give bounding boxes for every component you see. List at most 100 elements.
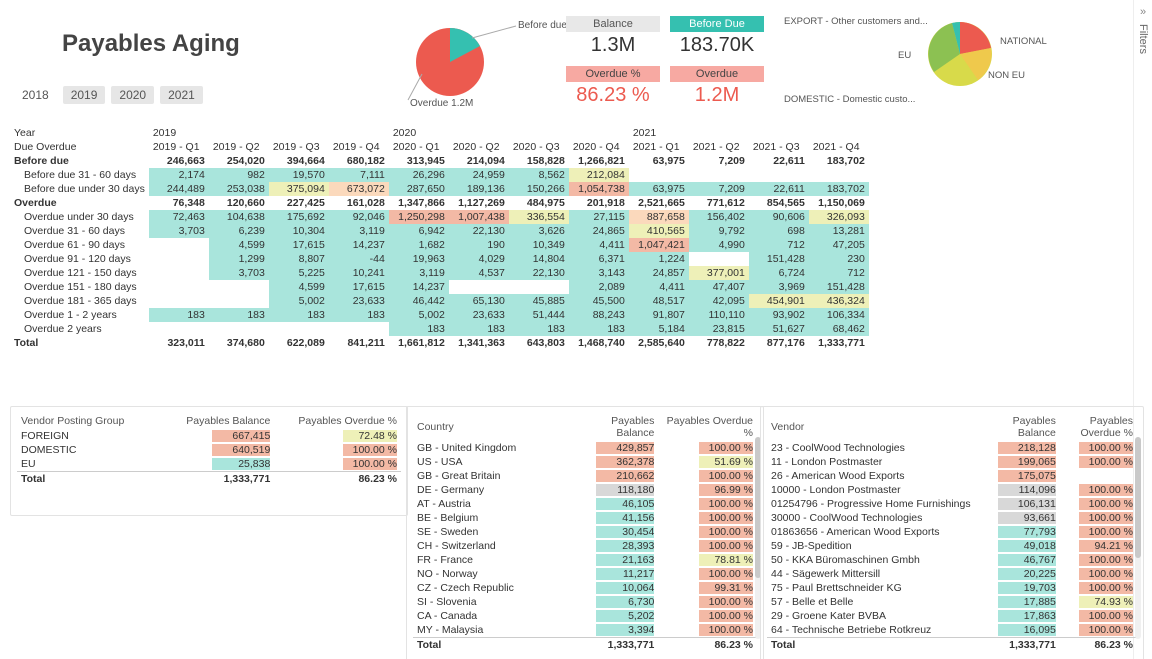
table-row[interactable]: 75 - Paul Brettschneider KG19,703100.00 … xyxy=(767,581,1137,595)
table-row[interactable]: GB - United Kingdom429,857100.00 % xyxy=(413,441,757,455)
col-quarter[interactable]: 2019 - Q2 xyxy=(209,140,269,154)
col-quarter[interactable]: 2020 - Q2 xyxy=(449,140,509,154)
col-header[interactable]: Payables Balance xyxy=(571,413,658,441)
matrix-cell: 673,072 xyxy=(329,182,389,196)
matrix-cell: 3,703 xyxy=(149,224,209,238)
matrix-cell: 2,089 xyxy=(569,280,629,294)
col-quarter[interactable]: 2021 - Q3 xyxy=(749,140,809,154)
panel-country[interactable]: CountryPayables BalancePayables Overdue … xyxy=(406,406,764,659)
row-label: MY - Malaysia xyxy=(413,623,571,638)
year-tab-2019[interactable]: 2019 xyxy=(63,86,106,104)
col-quarter[interactable]: 2020 - Q4 xyxy=(569,140,629,154)
matrix-row[interactable]: Before due 31 - 60 days2,17498219,5707,1… xyxy=(10,168,869,182)
table-row[interactable]: FOREIGN667,41572.48 % xyxy=(17,429,401,443)
scrollbar[interactable] xyxy=(1135,437,1141,639)
table-row[interactable]: US - USA362,37851.69 % xyxy=(413,455,757,469)
col-header[interactable]: Vendor xyxy=(767,413,985,441)
table-row[interactable]: GB - Great Britain210,662100.00 % xyxy=(413,469,757,483)
table-row[interactable]: CH - Switzerland28,393100.00 % xyxy=(413,539,757,553)
pct-cell: 72.48 % xyxy=(274,429,401,443)
matrix-row-label: Overdue 91 - 120 days xyxy=(10,252,149,266)
col-header[interactable]: Vendor Posting Group xyxy=(17,413,165,429)
row-label: FR - France xyxy=(413,553,571,567)
matrix-cell: 227,425 xyxy=(269,196,329,210)
matrix-row[interactable]: Overdue 91 - 120 days1,2998,807-4419,963… xyxy=(10,252,869,266)
table-row[interactable]: DE - Germany118,18096.99 % xyxy=(413,483,757,497)
matrix-cell xyxy=(149,252,209,266)
row-label: 44 - Sägewerk Mittersill xyxy=(767,567,985,581)
table-row[interactable]: 10000 - London Postmaster114,096100.00 % xyxy=(767,483,1137,497)
matrix-cell: 8,562 xyxy=(509,168,569,182)
year-tab-2020[interactable]: 2020 xyxy=(111,86,154,104)
filters-expand-icon[interactable] xyxy=(1140,6,1146,18)
matrix-row[interactable]: Overdue 61 - 90 days4,59917,61514,2371,6… xyxy=(10,238,869,252)
col-year[interactable]: 2021 xyxy=(629,126,869,140)
table-row[interactable]: 30000 - CoolWood Technologies93,661100.0… xyxy=(767,511,1137,525)
table-row[interactable]: AT - Austria46,105100.00 % xyxy=(413,497,757,511)
panel-vendor-posting-group[interactable]: Vendor Posting GroupPayables BalancePaya… xyxy=(10,406,408,516)
aging-matrix[interactable]: Year201920202021Due Overdue2019 - Q12019… xyxy=(10,126,869,350)
col-quarter[interactable]: 2019 - Q4 xyxy=(329,140,389,154)
table-row[interactable]: CZ - Czech Republic10,06499.31 % xyxy=(413,581,757,595)
year-tab-2021[interactable]: 2021 xyxy=(160,86,203,104)
table-row[interactable]: BE - Belgium41,156100.00 % xyxy=(413,511,757,525)
panel-vendor[interactable]: VendorPayables BalancePayables Overdue %… xyxy=(760,406,1144,659)
matrix-row[interactable]: Overdue 2 years1831831831835,18423,81551… xyxy=(10,322,869,336)
balance-cell: 93,661 xyxy=(985,511,1060,525)
table-row[interactable]: MY - Malaysia3,394100.00 % xyxy=(413,623,757,638)
table-row[interactable]: EU25,838100.00 % xyxy=(17,457,401,472)
table-row[interactable]: DOMESTIC640,519100.00 % xyxy=(17,443,401,457)
balance-cell: 11,217 xyxy=(571,567,658,581)
table-row[interactable]: 26 - American Wood Exports175,075 xyxy=(767,469,1137,483)
col-header[interactable]: Country xyxy=(413,413,571,441)
table-row[interactable]: 01863656 - American Wood Exports77,79310… xyxy=(767,525,1137,539)
matrix-row[interactable]: Overdue 1 - 2 years1831831831835,00223,6… xyxy=(10,308,869,322)
matrix-cell: 19,963 xyxy=(389,252,449,266)
kpi-before-value: 183.70K xyxy=(670,32,764,59)
matrix-row[interactable]: Overdue76,348120,660227,425161,0281,347,… xyxy=(10,196,869,210)
matrix-row[interactable]: Before due under 30 days244,489253,03837… xyxy=(10,182,869,196)
col-quarter[interactable]: 2020 - Q1 xyxy=(389,140,449,154)
table-row[interactable]: 50 - KKA Büromaschinen Gmbh46,767100.00 … xyxy=(767,553,1137,567)
year-tab-2018[interactable]: 2018 xyxy=(14,86,57,104)
matrix-row[interactable]: Total323,011374,680622,089841,2111,661,8… xyxy=(10,336,869,350)
row-label: US - USA xyxy=(413,455,571,469)
table-row[interactable]: 01254796 - Progressive Home Furnishings1… xyxy=(767,497,1137,511)
table-row[interactable]: CA - Canada5,202100.00 % xyxy=(413,609,757,623)
table-row[interactable]: 59 - JB-Spedition49,01894.21 % xyxy=(767,539,1137,553)
table-row[interactable]: SI - Slovenia6,730100.00 % xyxy=(413,595,757,609)
table-row[interactable]: 64 - Technische Betriebe Rotkreuz16,0951… xyxy=(767,623,1137,638)
table-row[interactable]: FR - France21,16378.81 % xyxy=(413,553,757,567)
col-header[interactable]: Payables Overdue % xyxy=(1060,413,1137,441)
col-quarter[interactable]: 2020 - Q3 xyxy=(509,140,569,154)
matrix-row[interactable]: Overdue 31 - 60 days3,7036,23910,3043,11… xyxy=(10,224,869,238)
table-row[interactable]: 23 - CoolWood Technologies218,128100.00 … xyxy=(767,441,1137,455)
matrix-row[interactable]: Overdue 151 - 180 days4,59917,61514,2372… xyxy=(10,280,869,294)
table-row[interactable]: 44 - Sägewerk Mittersill20,225100.00 % xyxy=(767,567,1137,581)
col-quarter[interactable]: 2019 - Q3 xyxy=(269,140,329,154)
matrix-row[interactable]: Overdue 181 - 365 days5,00223,63346,4426… xyxy=(10,294,869,308)
matrix-row[interactable]: Overdue under 30 days72,463104,638175,69… xyxy=(10,210,869,224)
pie2-lbl-export: EXPORT - Other customers and... xyxy=(784,16,928,27)
table-row[interactable]: 57 - Belle et Belle17,88574.93 % xyxy=(767,595,1137,609)
col-header[interactable]: Payables Balance xyxy=(985,413,1060,441)
col-quarter[interactable]: 2019 - Q1 xyxy=(149,140,209,154)
matrix-row-label: Overdue 121 - 150 days xyxy=(10,266,149,280)
col-header[interactable]: Payables Overdue % xyxy=(658,413,757,441)
matrix-row[interactable]: Before due246,663254,020394,664680,18231… xyxy=(10,154,869,168)
table-row[interactable]: NO - Norway11,217100.00 % xyxy=(413,567,757,581)
col-year[interactable]: 2020 xyxy=(389,126,629,140)
col-header[interactable]: Payables Balance xyxy=(165,413,274,429)
col-quarter[interactable]: 2021 - Q4 xyxy=(809,140,869,154)
matrix-row[interactable]: Overdue 121 - 150 days3,7035,22510,2413,… xyxy=(10,266,869,280)
matrix-cell: 183,702 xyxy=(809,182,869,196)
matrix-cell: 23,633 xyxy=(449,308,509,322)
col-header[interactable]: Payables Overdue % xyxy=(274,413,401,429)
col-year[interactable]: 2019 xyxy=(149,126,389,140)
table-row[interactable]: 29 - Groene Kater BVBA17,863100.00 % xyxy=(767,609,1137,623)
table-row[interactable]: SE - Sweden30,454100.00 % xyxy=(413,525,757,539)
table-row[interactable]: 11 - London Postmaster199,065100.00 % xyxy=(767,455,1137,469)
col-quarter[interactable]: 2021 - Q1 xyxy=(629,140,689,154)
col-quarter[interactable]: 2021 - Q2 xyxy=(689,140,749,154)
overdue-pie: Before due 0.2M Overdue 1.2M xyxy=(400,12,580,112)
